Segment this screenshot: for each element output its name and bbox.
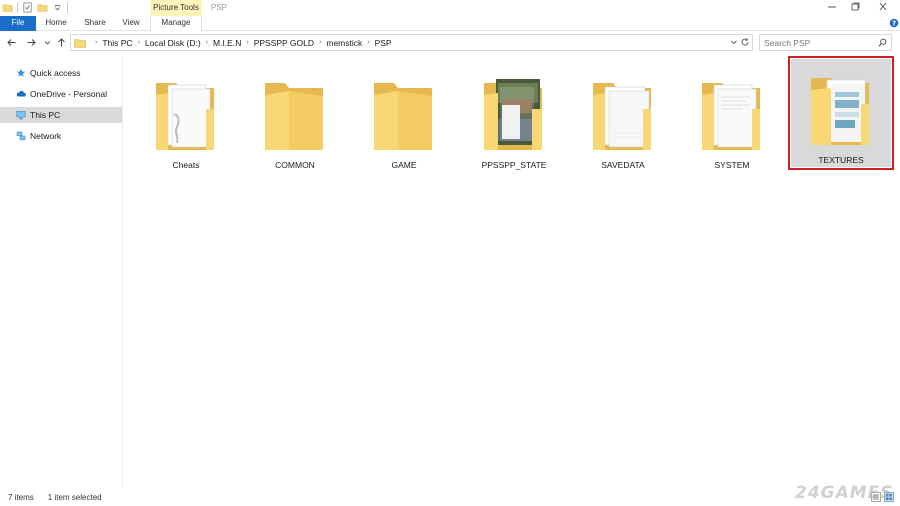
chevron-right-icon[interactable]: ›: [319, 39, 321, 46]
sidebar-item-label: OneDrive - Personal: [30, 89, 108, 99]
quick-access-toolbar: [2, 2, 68, 13]
folder-name: PPSSPP_STATE: [481, 160, 547, 170]
cloud-icon: [16, 90, 26, 97]
tab-home[interactable]: Home: [40, 16, 72, 31]
breadcrumb-this-pc[interactable]: This PC: [102, 38, 132, 48]
back-arrow-icon[interactable]: [6, 37, 17, 48]
selection-count: 1 item selected: [47, 493, 102, 502]
window-title: PSP: [211, 3, 228, 12]
chevron-down-icon[interactable]: [44, 37, 51, 48]
search-input[interactable]: [760, 35, 872, 50]
help-icon[interactable]: ?: [889, 18, 899, 28]
sidebar-item-this-pc[interactable]: This PC: [0, 107, 122, 123]
folder-with-files-icon: [702, 83, 760, 150]
folder-name: TEXTURES: [818, 155, 864, 165]
breadcrumb-psp[interactable]: PSP: [375, 38, 392, 48]
new-folder-icon[interactable]: [37, 2, 48, 13]
sidebar-item-onedrive[interactable]: OneDrive - Personal: [0, 86, 122, 102]
computer-icon: [16, 111, 26, 120]
folder-icon: [265, 83, 323, 150]
breadcrumb-ppsspp-gold[interactable]: PPSSPP GOLD: [254, 38, 314, 48]
ribbon-tabs: File Home Share View Manage: [0, 16, 900, 42]
restore-icon[interactable]: [848, 1, 862, 13]
chevron-down-icon[interactable]: [52, 2, 63, 13]
chevron-right-icon[interactable]: ›: [367, 39, 369, 46]
folder-item-common[interactable]: COMMON: [245, 64, 345, 172]
title-bar: Picture Tools PSP: [0, 0, 900, 16]
folder-item-system[interactable]: SYSTEM: [682, 64, 782, 172]
close-icon[interactable]: [876, 1, 890, 13]
chevron-right-icon[interactable]: ›: [246, 39, 248, 46]
breadcrumb-local-disk[interactable]: Local Disk (D:): [145, 38, 201, 48]
sidebar-item-label: Quick access: [30, 68, 81, 78]
status-bar: 7 items 1 item selected: [0, 489, 900, 506]
file-explorer-window: Picture Tools PSP File Home Share View M…: [0, 0, 900, 506]
folder-name: COMMON: [275, 160, 315, 170]
divider: [67, 2, 68, 13]
minimize-icon[interactable]: [825, 1, 839, 13]
svg-text:?: ?: [892, 20, 896, 28]
search-icon[interactable]: [878, 38, 887, 47]
folder-item-savedata[interactable]: SAVEDATA: [573, 64, 673, 172]
sidebar-item-label: This PC: [30, 110, 61, 120]
folder-item-game[interactable]: GAME: [354, 64, 454, 172]
folder-icon: [374, 83, 432, 150]
breadcrumb-mien[interactable]: M.I.E.N: [213, 38, 241, 48]
properties-icon[interactable]: [22, 2, 33, 13]
folder-name: SYSTEM: [714, 160, 750, 170]
folder-view: Cheats COMMON GAME PPSSPP_STATE SAVEDATA…: [124, 56, 900, 487]
search-box[interactable]: [759, 34, 892, 51]
folder-icon: [74, 38, 86, 48]
up-arrow-icon[interactable]: [56, 37, 67, 48]
picture-tools-context-tab: Picture Tools: [150, 0, 202, 16]
folder-with-images-icon: [484, 79, 542, 150]
folder-name: SAVEDATA: [601, 160, 645, 170]
chevron-right-icon[interactable]: ›: [138, 39, 140, 46]
sidebar-item-label: Network: [30, 131, 62, 141]
folder-item-textures[interactable]: TEXTURES: [788, 56, 894, 170]
folder-item-cheats[interactable]: Cheats: [136, 64, 236, 172]
chevron-right-icon[interactable]: ›: [206, 39, 208, 46]
star-icon: [16, 68, 26, 77]
navigation-bar: › This PC › Local Disk (D:) › M.I.E.N › …: [0, 32, 900, 53]
refresh-icon[interactable]: [740, 37, 750, 47]
sidebar-item-quick-access[interactable]: Quick access: [0, 65, 122, 81]
folder-item-ppsspp-state[interactable]: PPSSPP_STATE: [464, 64, 564, 172]
folder-name: Cheats: [172, 160, 200, 170]
tab-manage[interactable]: Manage: [150, 16, 202, 32]
tab-share[interactable]: Share: [80, 16, 110, 31]
item-count: 7 items: [8, 493, 34, 502]
network-icon: [16, 131, 26, 141]
folder-with-files-icon: [593, 83, 651, 150]
sidebar-item-network[interactable]: Network: [0, 128, 122, 144]
chevron-down-icon[interactable]: [730, 38, 738, 46]
breadcrumb-memstick[interactable]: memstick: [326, 38, 362, 48]
tab-file[interactable]: File: [0, 16, 36, 31]
folder-icon: [2, 4, 13, 12]
chevron-right-icon[interactable]: ›: [95, 39, 97, 46]
forward-arrow-icon[interactable]: [26, 37, 37, 48]
folder-with-files-icon: [156, 83, 214, 150]
watermark: 24GAMES: [795, 483, 894, 503]
tab-view[interactable]: View: [117, 16, 145, 31]
folder-with-images-icon: [811, 78, 869, 145]
navigation-pane: Quick access OneDrive - Personal This PC…: [0, 57, 123, 487]
address-bar[interactable]: › This PC › Local Disk (D:) › M.I.E.N › …: [70, 34, 753, 51]
divider: [17, 2, 18, 13]
folder-name: GAME: [391, 160, 417, 170]
